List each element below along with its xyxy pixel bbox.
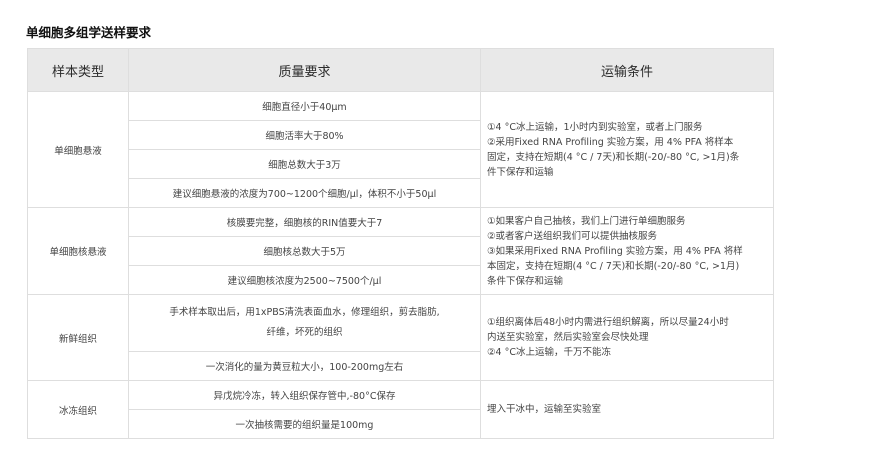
transport-cell: ①组织离体后48小时内需进行组织解离，所以尽量24小时 内送至实验室，然后实验室…	[480, 294, 774, 381]
page-title: 单细胞多组学送样要求	[26, 25, 152, 40]
quality-cell: 一次消化的量为黄豆粒大小，100-200mg左右	[128, 351, 481, 381]
header-sample-type: 样本类型	[27, 48, 129, 92]
header-transport: 运输条件	[480, 48, 774, 92]
transport-line: ①组织离体后48小时内需进行组织解离，所以尽量24小时	[487, 317, 729, 328]
quality-cell: 细胞直径小于40μm	[128, 91, 481, 121]
transport-line: ①如果客户自己抽核，我们上门进行单细胞服务	[487, 215, 686, 227]
table-row: 单细胞悬液 细胞直径小于40μm ①4 °C冰上运输，1小时内到实验室，或者上门…	[27, 91, 774, 208]
transport-line: 埋入干冰中，运输至实验室	[487, 404, 602, 415]
quality-cell: 建议细胞悬液的浓度为700~1200个细胞/μl，体积不小于50μl	[128, 178, 481, 208]
quality-line: 纤维，坏死的组织	[266, 327, 343, 338]
table-row: 新鲜组织 手术样本取出后，用1xPBS清洗表面血水，修理组织，剪去脂肪, 纤维，…	[27, 294, 774, 381]
quality-line: 手术样本取出后，用1xPBS清洗表面血水，修理组织，剪去脂肪,	[169, 307, 440, 318]
transport-line: ②4 °C冰上运输，千万不能冻	[487, 347, 611, 358]
quality-cell: 核膜要完整，细胞核的RIN值要大于7	[128, 207, 481, 237]
quality-cell: 异戊烷冷冻，转入组织保存管中,-80°C保存	[128, 380, 481, 410]
transport-cell: ①如果客户自己抽核，我们上门进行单细胞服务 ②或者客户送组织我们可以提供抽核服务…	[480, 207, 774, 295]
quality-cell: 一次抽核需要的组织量是100mg	[128, 409, 481, 439]
sample-type-cell: 单细胞核悬液	[27, 207, 129, 295]
transport-line: ③如果采用Fixed RNA Profiling 实验方案，用 4% PFA 将…	[487, 245, 743, 257]
transport-line: ②采用Fixed RNA Profiling 实验方案，用 4% PFA 将样本	[487, 136, 734, 148]
transport-line: ①4 °C冰上运输，1小时内到实验室，或者上门服务	[487, 121, 703, 133]
quality-cell: 建议细胞核浓度为2500~7500个/μl	[128, 265, 481, 295]
sample-type-cell: 新鲜组织	[27, 294, 129, 381]
transport-line: ②或者客户送组织我们可以提供抽核服务	[487, 230, 658, 242]
transport-line: 内送至实验室，然后实验室会尽快处理	[487, 332, 649, 343]
sample-type-cell: 冰冻组织	[27, 380, 129, 439]
sample-type-cell: 单细胞悬液	[27, 91, 129, 208]
table-row: 单细胞核悬液 核膜要完整，细胞核的RIN值要大于7 ①如果客户自己抽核，我们上门…	[27, 207, 774, 295]
header-quality: 质量要求	[128, 48, 481, 92]
quality-cell: 手术样本取出后，用1xPBS清洗表面血水，修理组织，剪去脂肪, 纤维，坏死的组织	[128, 294, 481, 352]
table-row: 冰冻组织 异戊烷冷冻，转入组织保存管中,-80°C保存 埋入干冰中，运输至实验室	[27, 380, 774, 439]
transport-cell: ①4 °C冰上运输，1小时内到实验室，或者上门服务 ②采用Fixed RNA P…	[480, 91, 774, 208]
transport-line: 固定，支持在短期(4 °C / 7天)和长期(-20/-80 °C, >1月)条	[487, 151, 740, 163]
transport-line: 条件下保存和运输	[487, 275, 564, 287]
sample-requirements-table: 样本类型 质量要求 运输条件 单细胞悬液 细胞直径小于40μm ①4 °C冰上运…	[27, 48, 774, 439]
quality-cell: 细胞核总数大于5万	[128, 236, 481, 266]
quality-cell: 细胞活率大于80%	[128, 120, 481, 150]
transport-line: 本固定，支持在短期(4 °C / 7天)和长期(-20/-80 °C, >1月)	[487, 260, 740, 272]
table-header-row: 样本类型 质量要求 运输条件	[27, 48, 774, 92]
quality-cell: 细胞总数大于3万	[128, 149, 481, 179]
transport-cell: 埋入干冰中，运输至实验室	[480, 380, 774, 439]
transport-line: 件下保存和运输	[487, 166, 554, 178]
